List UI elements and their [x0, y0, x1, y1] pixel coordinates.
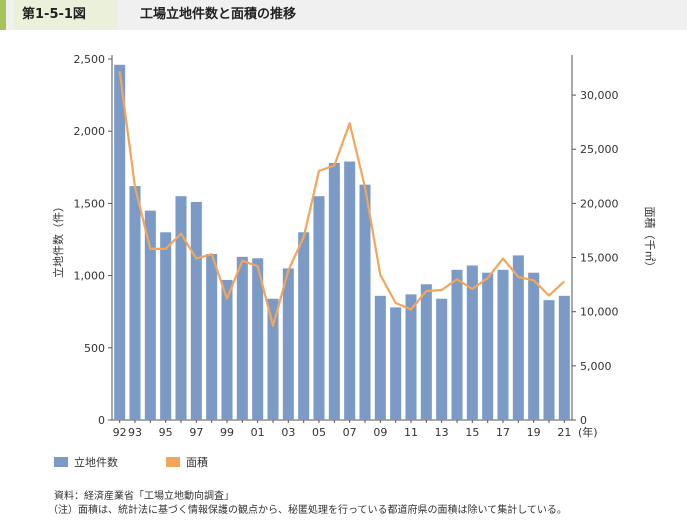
bar-mark — [344, 161, 356, 421]
x-axis-tick-label: 95 — [159, 426, 173, 439]
bar-mark — [543, 300, 555, 420]
x-axis-tick-label: 15 — [465, 426, 479, 439]
x-axis-tick-label: 05 — [312, 426, 326, 439]
caveat-note: （注）面積は、統計法に基づく情報保護の観点から、秘匿処理を行っている都道府県の面… — [48, 505, 567, 516]
bar-mark — [359, 184, 371, 420]
footnotes: 資料：経済産業省「工場立地動向調査」 （注）面積は、統計法に基づく情報保護の観点… — [48, 490, 567, 518]
bar-mark — [313, 196, 325, 420]
bar-mark — [175, 196, 187, 420]
x-axis-tick-label: 11 — [404, 426, 418, 439]
legend-label-line: 面積 — [186, 456, 208, 469]
bar-mark — [420, 284, 432, 420]
legend-label-bars: 立地件数 — [74, 456, 118, 469]
x-axis-tick-label: 17 — [496, 426, 510, 439]
x-axis-tick-label: 92 — [113, 426, 127, 439]
bar-mark — [144, 210, 156, 420]
header-accent-bar — [0, 0, 6, 30]
right-axis-tick-label: 10,000 — [580, 306, 619, 319]
legend-swatch-line — [166, 457, 180, 467]
right-axis-tick-label: 5,000 — [580, 360, 612, 373]
left-axis-tick-label: 0 — [98, 414, 105, 427]
right-axis-title: 面積（千㎡） — [643, 207, 657, 273]
left-axis-tick-label: 1,500 — [74, 197, 106, 210]
legend-swatch-bar — [54, 457, 68, 467]
bar-mark — [528, 272, 540, 420]
source-note: 資料：経済産業省「工場立地動向調査」 — [54, 491, 234, 502]
x-axis-tick-label: 07 — [343, 426, 357, 439]
bar-mark — [298, 232, 310, 420]
x-axis-tick-label: 09 — [373, 426, 387, 439]
bar-mark — [451, 269, 463, 420]
bar-mark — [328, 162, 340, 420]
x-axis-tick-label: 93 — [128, 426, 142, 439]
bar-mark — [282, 268, 294, 420]
bar-mark — [558, 295, 570, 420]
bar-mark — [482, 272, 494, 420]
bar-mark — [374, 295, 386, 420]
right-axis-tick-label: 20,000 — [580, 197, 619, 210]
figure-id: 第1-5-1図 — [14, 0, 118, 30]
left-axis-title: 立地件数（件） — [51, 201, 65, 278]
legend-item-line: 面積 — [166, 454, 208, 470]
bar-mark — [512, 255, 524, 420]
x-axis-tick-label: 01 — [251, 426, 265, 439]
x-axis-tick-label: 13 — [435, 426, 449, 439]
bar-mark — [221, 279, 233, 420]
bar-mark — [160, 232, 172, 420]
left-axis-tick-label: 2,500 — [74, 53, 106, 66]
left-axis-tick-label: 2,000 — [74, 125, 106, 138]
bar-mark — [190, 201, 202, 420]
bar-mark — [206, 253, 218, 420]
x-axis-tick-label: 03 — [281, 426, 295, 439]
bar-mark — [267, 298, 279, 420]
bar-mark — [436, 298, 448, 420]
legend-item-bars: 立地件数 — [54, 454, 118, 470]
bar-mark — [390, 307, 402, 420]
figure-header: 第1-5-1図 工場立地件数と面積の推移 — [0, 0, 687, 30]
left-axis-tick-label: 500 — [84, 342, 105, 355]
bar-mark — [497, 269, 509, 420]
right-axis-tick-label: 15,000 — [580, 252, 619, 265]
right-axis-tick-label: 30,000 — [580, 89, 619, 102]
x-axis-tick-label: 19 — [527, 426, 541, 439]
left-axis-tick-label: 1,000 — [74, 270, 106, 283]
bar-mark — [129, 186, 141, 420]
x-axis-tick-label: 99 — [220, 426, 234, 439]
bar-mark — [114, 64, 126, 420]
x-axis-tick-label: 97 — [189, 426, 203, 439]
right-axis-tick-label: 25,000 — [580, 143, 619, 156]
x-axis-unit: (年) — [578, 425, 598, 439]
bar-mark — [236, 256, 248, 420]
figure-title: 工場立地件数と面積の推移 — [140, 7, 297, 22]
bar-mark — [405, 294, 417, 420]
combo-chart: 05001,0001,5002,0002,50005,00010,00015,0… — [51, 53, 657, 439]
chart-legend: 立地件数 面積 — [54, 454, 256, 470]
x-axis-tick-label: 21 — [557, 426, 571, 439]
